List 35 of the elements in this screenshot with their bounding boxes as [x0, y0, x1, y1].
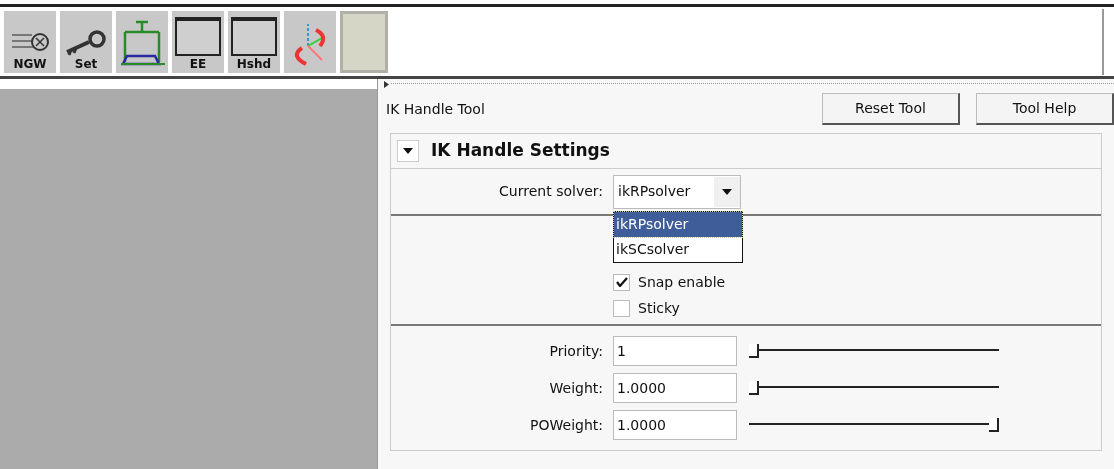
collapse-button[interactable] — [397, 140, 419, 162]
value-field[interactable]: 1 — [613, 336, 737, 366]
field-label: Weight: — [548, 378, 604, 398]
section-title: IK Handle Settings — [431, 139, 610, 163]
slider-thumb[interactable] — [989, 418, 999, 432]
checkbox[interactable] — [613, 273, 630, 291]
value-field[interactable]: 1.0000 — [613, 373, 737, 403]
shelf-button[interactable]: Hshd — [228, 10, 280, 73]
slider-thumb[interactable] — [749, 344, 759, 358]
tool-button[interactable]: Reset Tool — [822, 93, 960, 125]
field-label: Priority: — [548, 341, 604, 361]
expand-icon[interactable] — [384, 80, 389, 88]
drag-handle[interactable] — [391, 82, 1114, 86]
shelf-button[interactable]: NGW — [4, 10, 56, 73]
solver-dropdown[interactable]: ikRPsolver — [613, 174, 741, 209]
dropdown-option[interactable]: ikRPsolver — [614, 211, 742, 237]
field-label: Current solver: — [498, 182, 604, 201]
dropdown-option[interactable]: ikSCsolver — [614, 236, 742, 262]
caret-icon — [403, 148, 413, 154]
checkbox[interactable] — [613, 299, 630, 317]
slider-track[interactable] — [749, 418, 999, 432]
slider-thumb[interactable] — [749, 381, 759, 395]
shelf-button[interactable]: EE — [172, 10, 224, 73]
slider-track[interactable] — [749, 381, 999, 395]
tool-title: IK Handle Tool — [386, 99, 486, 119]
tool-button[interactable]: Tool Help — [976, 93, 1114, 125]
shelf-button[interactable] — [116, 10, 168, 73]
field-label: POWeight: — [529, 415, 604, 435]
caret-icon — [722, 188, 732, 195]
checkbox-label: Sticky — [638, 298, 680, 318]
value-field[interactable]: 1.0000 — [613, 410, 737, 440]
key-icon — [65, 29, 107, 56]
slider-track[interactable] — [749, 344, 999, 358]
checkbox-label: Snap enable — [638, 272, 726, 292]
shelf-button[interactable]: Set — [60, 10, 112, 73]
